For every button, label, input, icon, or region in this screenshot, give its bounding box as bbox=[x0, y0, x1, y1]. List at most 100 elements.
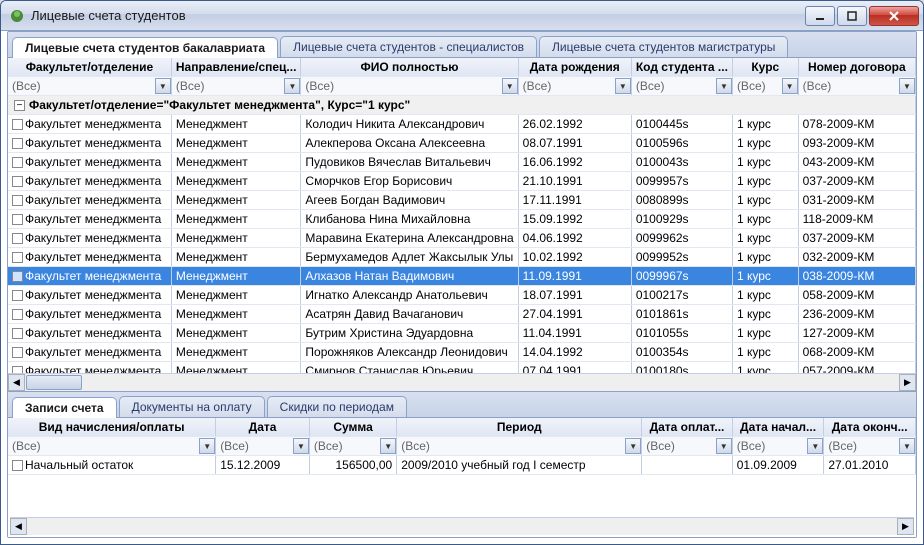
detail-filter-cell[interactable]: (Все)▼ bbox=[824, 437, 916, 456]
column-header[interactable]: ФИО полностью bbox=[301, 58, 518, 77]
row-checkbox[interactable] bbox=[12, 460, 23, 471]
dropdown-icon[interactable]: ▼ bbox=[899, 78, 915, 94]
detail-column-header[interactable]: Вид начисления/оплаты bbox=[8, 418, 216, 437]
horizontal-scrollbar[interactable]: ◀ ▶ bbox=[8, 373, 916, 391]
detail-filter-cell[interactable]: (Все)▼ bbox=[642, 437, 733, 456]
table-row[interactable]: Факультет менеджментаМенеджментМаравина … bbox=[8, 229, 916, 248]
row-checkbox[interactable] bbox=[12, 290, 23, 301]
row-checkbox[interactable] bbox=[12, 119, 23, 130]
maximize-button[interactable] bbox=[837, 6, 867, 26]
main-tab-1[interactable]: Лицевые счета студентов - специалистов bbox=[280, 36, 537, 57]
row-checkbox[interactable] bbox=[12, 138, 23, 149]
dropdown-icon[interactable]: ▼ bbox=[380, 438, 396, 454]
dropdown-icon[interactable]: ▼ bbox=[502, 78, 518, 94]
row-checkbox[interactable] bbox=[12, 176, 23, 187]
filter-cell[interactable]: (Все)▼ bbox=[171, 77, 301, 96]
row-checkbox[interactable] bbox=[12, 328, 23, 339]
scroll-right-button[interactable]: ▶ bbox=[899, 374, 916, 391]
column-header[interactable]: Дата рождения bbox=[518, 58, 631, 77]
row-checkbox[interactable] bbox=[12, 195, 23, 206]
detail-scroll-left-button[interactable]: ◀ bbox=[10, 518, 27, 535]
table-cell: Бермухамедов Адлет Жаксылык Улы bbox=[301, 248, 518, 267]
row-checkbox[interactable] bbox=[12, 157, 23, 168]
dropdown-icon[interactable]: ▼ bbox=[199, 438, 215, 454]
group-header[interactable]: −Факультет/отделение="Факультет менеджме… bbox=[8, 96, 916, 115]
row-checkbox[interactable] bbox=[12, 214, 23, 225]
table-cell: Сморчков Егор Борисович bbox=[301, 172, 518, 191]
table-row[interactable]: Факультет менеджментаМенеджментПудовиков… bbox=[8, 153, 916, 172]
close-button[interactable] bbox=[869, 6, 919, 26]
dropdown-icon[interactable]: ▼ bbox=[625, 438, 641, 454]
table-cell: Факультет менеджмента bbox=[8, 115, 171, 134]
column-header[interactable]: Курс bbox=[732, 58, 798, 77]
detail-tab-1[interactable]: Документы на оплату bbox=[119, 396, 265, 417]
detail-table-row[interactable]: Начальный остаток15.12.2009156500,002009… bbox=[8, 456, 916, 475]
table-row[interactable]: Факультет менеджментаМенеджментПорожняко… bbox=[8, 343, 916, 362]
dropdown-icon[interactable]: ▼ bbox=[716, 78, 732, 94]
table-row[interactable]: Факультет менеджментаМенеджментАгеев Бог… bbox=[8, 191, 916, 210]
detail-column-header[interactable]: Дата начал... bbox=[732, 418, 824, 437]
table-row[interactable]: Факультет менеджментаМенеджментСморчков … bbox=[8, 172, 916, 191]
dropdown-icon[interactable]: ▼ bbox=[716, 438, 732, 454]
table-cell: 093-2009-КМ bbox=[798, 134, 915, 153]
row-checkbox[interactable] bbox=[12, 233, 23, 244]
detail-filter-cell[interactable]: (Все)▼ bbox=[309, 437, 396, 456]
records-grid[interactable]: Вид начисления/оплатыДатаСуммаПериодДата… bbox=[8, 418, 916, 475]
filter-cell[interactable]: (Все)▼ bbox=[518, 77, 631, 96]
filter-cell[interactable]: (Все)▼ bbox=[798, 77, 915, 96]
table-row[interactable]: Факультет менеджментаМенеджментКолодич Н… bbox=[8, 115, 916, 134]
table-cell: Маравина Екатерина Александровна bbox=[301, 229, 518, 248]
detail-filter-cell[interactable]: (Все)▼ bbox=[732, 437, 824, 456]
dropdown-icon[interactable]: ▼ bbox=[284, 78, 300, 94]
table-cell: 1 курс bbox=[732, 134, 798, 153]
detail-filter-cell[interactable]: (Все)▼ bbox=[397, 437, 642, 456]
filter-cell[interactable]: (Все)▼ bbox=[301, 77, 518, 96]
dropdown-icon[interactable]: ▼ bbox=[293, 438, 309, 454]
table-row[interactable]: Факультет менеджментаМенеджментАлхазов Н… bbox=[8, 267, 916, 286]
table-cell: 032-2009-КМ bbox=[798, 248, 915, 267]
detail-column-header[interactable]: Дата оплат... bbox=[642, 418, 733, 437]
table-row[interactable]: Факультет менеджментаМенеджментКлибанова… bbox=[8, 210, 916, 229]
column-header[interactable]: Факультет/отделение bbox=[8, 58, 171, 77]
detail-column-header[interactable]: Дата bbox=[216, 418, 310, 437]
detail-filter-cell[interactable]: (Все)▼ bbox=[216, 437, 310, 456]
dropdown-icon[interactable]: ▼ bbox=[782, 78, 798, 94]
detail-panel: Записи счетаДокументы на оплатуСкидки по… bbox=[8, 391, 916, 537]
filter-cell[interactable]: (Все)▼ bbox=[8, 77, 171, 96]
filter-cell[interactable]: (Все)▼ bbox=[631, 77, 732, 96]
detail-horizontal-scrollbar[interactable]: ◀ ▶ bbox=[10, 517, 914, 535]
detail-tab-0[interactable]: Записи счета bbox=[12, 397, 117, 418]
filter-cell[interactable]: (Все)▼ bbox=[732, 77, 798, 96]
detail-tab-2[interactable]: Скидки по периодам bbox=[267, 396, 407, 417]
main-tab-0[interactable]: Лицевые счета студентов бакалавриата bbox=[12, 37, 278, 58]
table-row[interactable]: Факультет менеджментаМенеджментАсатрян Д… bbox=[8, 305, 916, 324]
column-header[interactable]: Код студента ... bbox=[631, 58, 732, 77]
students-grid[interactable]: Факультет/отделениеНаправление/спец...ФИ… bbox=[8, 58, 916, 381]
row-checkbox[interactable] bbox=[12, 252, 23, 263]
table-row[interactable]: Факультет менеджментаМенеджментАлекперов… bbox=[8, 134, 916, 153]
collapse-icon[interactable]: − bbox=[14, 100, 25, 111]
table-cell: 1 курс bbox=[732, 248, 798, 267]
table-row[interactable]: Факультет менеджментаМенеджментБермухаме… bbox=[8, 248, 916, 267]
scroll-left-button[interactable]: ◀ bbox=[8, 374, 25, 391]
dropdown-icon[interactable]: ▼ bbox=[155, 78, 171, 94]
minimize-button[interactable] bbox=[805, 6, 835, 26]
main-tab-2[interactable]: Лицевые счета студентов магистратуры bbox=[539, 36, 788, 57]
column-header[interactable]: Номер договора bbox=[798, 58, 915, 77]
detail-column-header[interactable]: Период bbox=[397, 418, 642, 437]
detail-filter-cell[interactable]: (Все)▼ bbox=[8, 437, 216, 456]
detail-scroll-right-button[interactable]: ▶ bbox=[897, 518, 914, 535]
detail-column-header[interactable]: Сумма bbox=[309, 418, 396, 437]
table-cell: Менеджмент bbox=[171, 115, 301, 134]
scroll-thumb[interactable] bbox=[26, 375, 82, 390]
dropdown-icon[interactable]: ▼ bbox=[807, 438, 823, 454]
dropdown-icon[interactable]: ▼ bbox=[899, 438, 915, 454]
dropdown-icon[interactable]: ▼ bbox=[615, 78, 631, 94]
table-row[interactable]: Факультет менеджментаМенеджментИгнатко А… bbox=[8, 286, 916, 305]
detail-column-header[interactable]: Дата оконч... bbox=[824, 418, 916, 437]
row-checkbox[interactable] bbox=[12, 347, 23, 358]
column-header[interactable]: Направление/спец... bbox=[171, 58, 301, 77]
row-checkbox[interactable] bbox=[12, 309, 23, 320]
table-row[interactable]: Факультет менеджментаМенеджментБутрим Хр… bbox=[8, 324, 916, 343]
row-checkbox[interactable] bbox=[12, 271, 23, 282]
